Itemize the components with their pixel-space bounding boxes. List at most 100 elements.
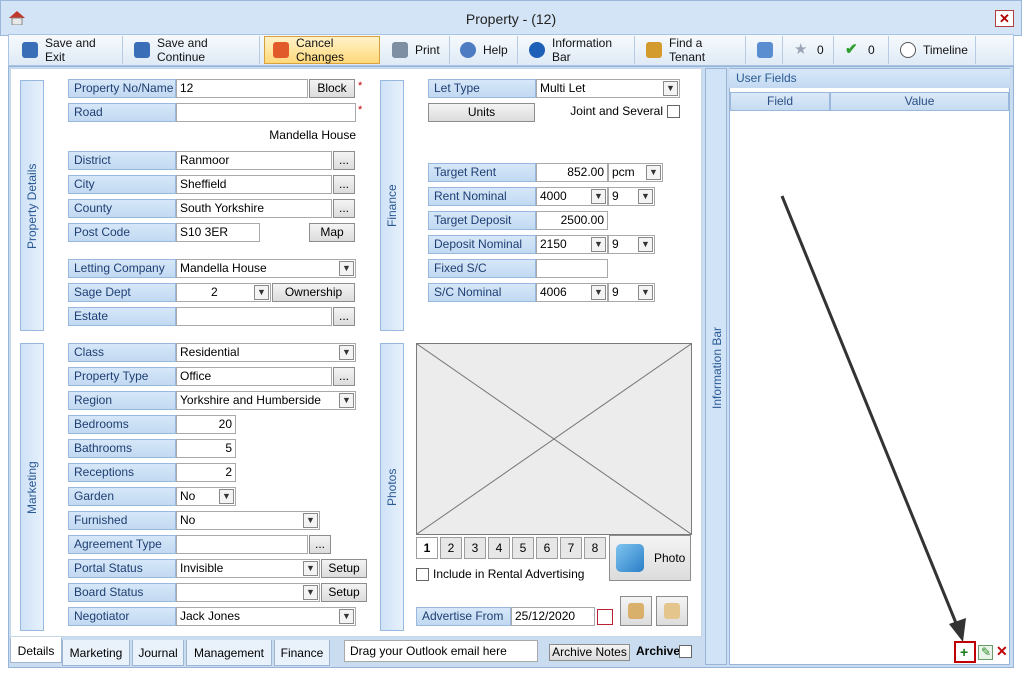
portal-status-select[interactable]: Invisible ▼ [176,559,320,578]
map-button[interactable]: Map [309,223,355,242]
archive-checkbox[interactable] [679,645,692,658]
chevron-down-icon[interactable]: ▼ [638,285,653,300]
board-setup-button[interactable]: Setup [321,583,367,602]
edit-user-field-button[interactable]: ✎ [978,645,993,660]
agreement-type-field[interactable] [176,535,308,554]
target-rent-field[interactable]: 852.00 [536,163,608,182]
portal-setup-button[interactable]: Setup [321,559,367,578]
photo-placeholder[interactable] [416,343,692,535]
units-button[interactable]: Units [428,103,535,122]
deposit-nominal-select[interactable]: 2150 ▼ [536,235,608,254]
photo-number-1[interactable]: 1 [416,537,438,559]
help-button[interactable]: Help [452,36,518,64]
chevron-down-icon[interactable]: ▼ [339,345,354,360]
map-pin-button[interactable] [620,596,652,626]
letting-company-select[interactable]: Mandella House ▼ [176,259,356,278]
sc-nominal-select[interactable]: 4006 ▼ [536,283,608,302]
sage-dept-select[interactable]: 2 ▼ [176,283,271,302]
chevron-down-icon[interactable]: ▼ [591,189,606,204]
negotiator-select[interactable]: Jack Jones ▼ [176,607,356,626]
bathrooms-field[interactable]: 5 [176,439,236,458]
rent-nominal-sub-select[interactable]: 9 ▼ [608,187,655,206]
tab-details[interactable]: Details [10,637,62,663]
information-bar-strip[interactable]: Information Bar [705,68,727,665]
class-select[interactable]: Residential ▼ [176,343,356,362]
chevron-down-icon[interactable]: ▼ [303,585,318,600]
photo-number-2[interactable]: 2 [440,537,462,559]
save-continue-button[interactable]: Save and Continue [126,36,260,64]
check-button[interactable]: ✔ 0 [837,36,889,64]
property-type-lookup-button[interactable]: ... [333,367,355,386]
agreement-type-lookup-button[interactable]: ... [309,535,331,554]
photo-number-5[interactable]: 5 [512,537,534,559]
county-lookup-button[interactable]: ... [333,199,355,218]
sc-nominal-sub-select[interactable]: 9 ▼ [608,283,655,302]
cancel-changes-button[interactable]: Cancel Changes [264,36,380,64]
district-lookup-button[interactable]: ... [333,151,355,170]
city-lookup-button[interactable]: ... [333,175,355,194]
chevron-down-icon[interactable]: ▼ [638,237,653,252]
chevron-down-icon[interactable]: ▼ [646,165,661,180]
archive-notes-button[interactable]: Archive Notes [549,644,630,661]
tab-journal[interactable]: Journal [132,640,184,666]
chevron-down-icon[interactable]: ▼ [591,285,606,300]
chevron-down-icon[interactable]: ▼ [638,189,653,204]
county-field[interactable]: South Yorkshire [176,199,332,218]
tab-finance[interactable]: Finance [274,640,330,666]
timeline-button[interactable]: Timeline [892,36,976,64]
save-exit-button[interactable]: Save and Exit [14,36,123,64]
add-user-field-button[interactable]: + [954,641,976,663]
deposit-nominal-sub-select[interactable]: 9 ▼ [608,235,655,254]
column-header-field[interactable]: Field [730,92,830,111]
add-photo-button[interactable]: Photo [609,535,691,581]
chevron-down-icon[interactable]: ▼ [591,237,606,252]
target-deposit-field[interactable]: 2500.00 [536,211,608,230]
fixed-sc-field[interactable] [536,259,608,278]
chevron-down-icon[interactable]: ▼ [339,261,354,276]
chevron-down-icon[interactable]: ▼ [254,285,269,300]
photo-number-7[interactable]: 7 [560,537,582,559]
chevron-down-icon[interactable]: ▼ [339,609,354,624]
advertise-from-date[interactable]: 25/12/2020 [511,607,595,626]
chevron-down-icon[interactable]: ▼ [303,561,318,576]
delete-user-field-button[interactable]: ✕ [994,643,1009,660]
calendar-icon[interactable] [597,609,613,625]
tab-management[interactable]: Management [186,640,272,666]
photo-number-6[interactable]: 6 [536,537,558,559]
let-type-select[interactable]: Multi Let ▼ [536,79,680,98]
property-no-field[interactable]: 12 [176,79,308,98]
property-type-field[interactable]: Office [176,367,332,386]
chevron-down-icon[interactable]: ▼ [339,393,354,408]
photo-number-4[interactable]: 4 [488,537,510,559]
furnished-select[interactable]: No ▼ [176,511,320,530]
ownership-button[interactable]: Ownership [272,283,355,302]
include-advertising-checkbox[interactable] [416,568,429,581]
find-tenant-button[interactable]: Find a Tenant [638,36,746,64]
print-button[interactable]: Print [384,36,450,64]
receptions-field[interactable]: 2 [176,463,236,482]
estate-lookup-button[interactable]: ... [333,307,355,326]
tab-marketing[interactable]: Marketing [62,640,130,666]
city-field[interactable]: Sheffield [176,175,332,194]
information-bar-button[interactable]: Information Bar [521,36,635,64]
estate-field[interactable] [176,307,332,326]
photo-number-3[interactable]: 3 [464,537,486,559]
outlook-drop-zone[interactable]: Drag your Outlook email here [344,640,538,662]
district-field[interactable]: Ranmoor [176,151,332,170]
bedrooms-field[interactable]: 20 [176,415,236,434]
star-button[interactable]: ★ 0 [786,36,834,64]
chevron-down-icon[interactable]: ▼ [219,489,234,504]
road-map-button[interactable] [656,596,688,626]
board-status-select[interactable]: ▼ [176,583,320,602]
notes-button[interactable] [749,36,783,64]
chevron-down-icon[interactable]: ▼ [303,513,318,528]
joint-several-checkbox[interactable] [667,105,680,118]
road-field[interactable] [176,103,356,122]
rent-nominal-select[interactable]: 4000 ▼ [536,187,608,206]
postcode-field[interactable]: S10 3ER [176,223,260,242]
rent-period-select[interactable]: pcm ▼ [608,163,663,182]
region-select[interactable]: Yorkshire and Humberside ▼ [176,391,356,410]
column-header-value[interactable]: Value [830,92,1009,111]
window-close-button[interactable]: ✕ [995,10,1014,27]
garden-select[interactable]: No ▼ [176,487,236,506]
